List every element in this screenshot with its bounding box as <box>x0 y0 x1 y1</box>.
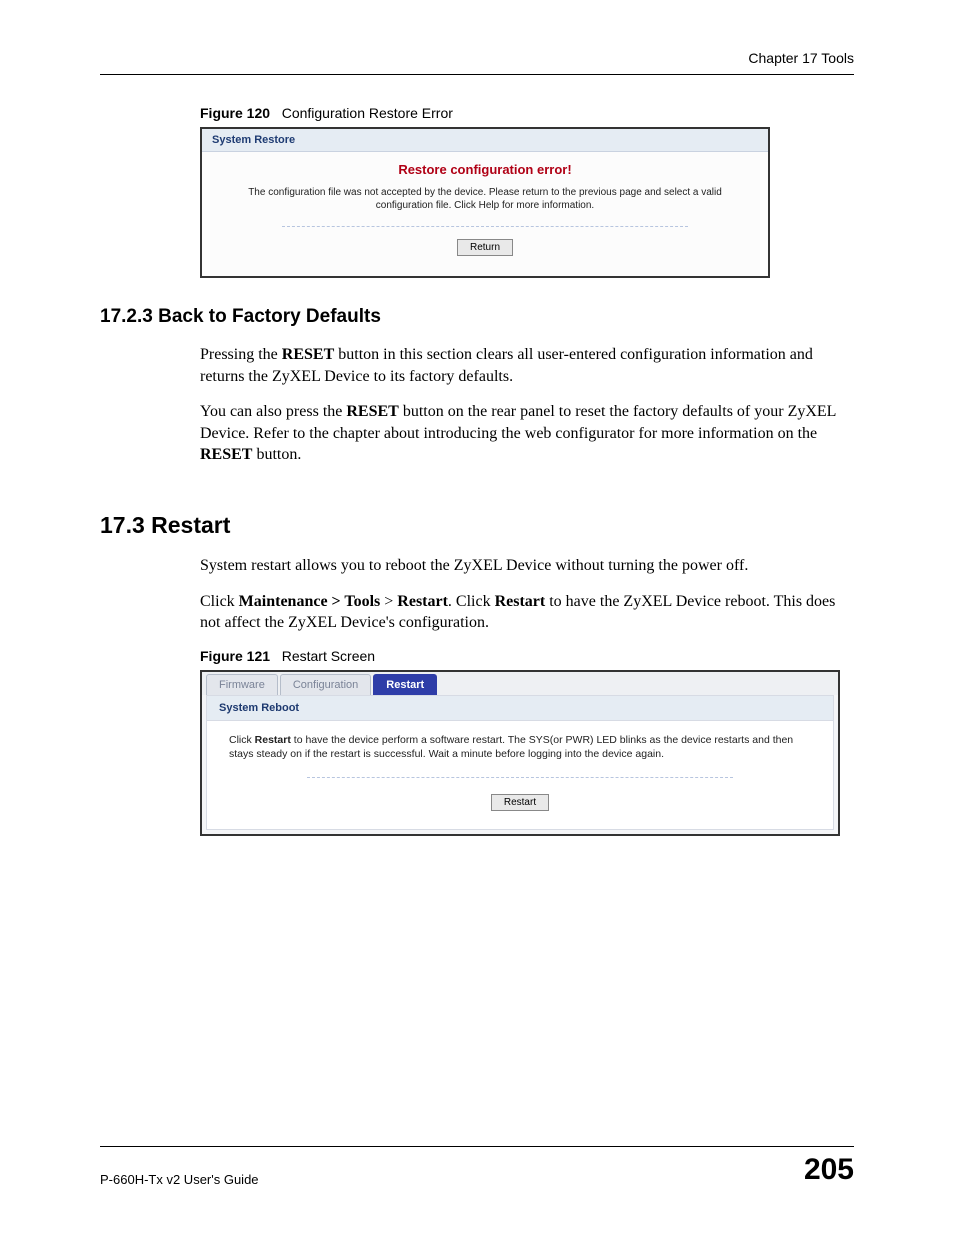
text-bold-reset: RESET <box>200 446 252 463</box>
paragraph-1723-2: You can also press the RESET button on t… <box>200 401 854 466</box>
text-bold-restart: Restart <box>495 593 546 610</box>
return-button[interactable]: Return <box>457 239 513 256</box>
restart-button[interactable]: Restart <box>491 794 549 811</box>
restore-error-message: Restore configuration error! <box>202 152 768 187</box>
figure-121-caption: Figure 121 Restart Screen <box>200 648 854 664</box>
tab-bar: Firmware Configuration Restart <box>202 672 838 695</box>
text-fragment: > <box>380 593 397 610</box>
restart-button-row: Restart <box>307 777 733 829</box>
text-fragment: Click <box>229 734 255 746</box>
tab-restart[interactable]: Restart <box>373 674 437 695</box>
paragraph-173-1: System restart allows you to reboot the … <box>200 555 854 577</box>
text-bold-nav: Maintenance > Tools <box>239 593 381 610</box>
paragraph-173-2: Click Maintenance > Tools > Restart. Cli… <box>200 591 854 634</box>
text-bold-restart: Restart <box>397 593 448 610</box>
footer-page-number: 205 <box>804 1153 854 1187</box>
figure-120-label: Figure 120 <box>200 105 270 121</box>
figure-120-caption: Figure 120 Configuration Restore Error <box>200 105 854 121</box>
header-rule <box>100 74 854 75</box>
page-header-chapter: Chapter 17 Tools <box>100 50 854 66</box>
page-footer: P-660H-Tx v2 User's Guide 205 <box>100 1146 854 1187</box>
paragraph-1723-1: Pressing the RESET button in this sectio… <box>200 344 854 387</box>
heading-17-3: 17.3 Restart <box>100 512 854 539</box>
text-fragment: You can also press the <box>200 403 346 420</box>
text-fragment: Pressing the <box>200 346 282 363</box>
restart-description: Click Restart to have the device perform… <box>207 721 833 777</box>
text-fragment: . Click <box>448 593 495 610</box>
text-bold-restart: Restart <box>255 734 291 746</box>
text-bold-reset: RESET <box>282 346 334 363</box>
text-fragment: Click <box>200 593 239 610</box>
footer-guide-name: P-660H-Tx v2 User's Guide <box>100 1172 259 1187</box>
system-restore-panel: System Restore Restore configuration err… <box>200 127 770 278</box>
system-reboot-title: System Reboot <box>207 696 833 721</box>
figure-121-title: Restart Screen <box>282 648 375 664</box>
text-fragment: to have the device perform a software re… <box>229 734 793 760</box>
text-bold-reset: RESET <box>346 403 398 420</box>
footer-rule <box>100 1146 854 1147</box>
restart-content: System Reboot Click Restart to have the … <box>206 695 834 830</box>
system-restore-title: System Restore <box>202 129 768 152</box>
figure-120-title: Configuration Restore Error <box>282 105 453 121</box>
text-fragment: button. <box>252 446 301 463</box>
figure-121-label: Figure 121 <box>200 648 270 664</box>
tab-firmware[interactable]: Firmware <box>206 674 278 695</box>
tab-configuration[interactable]: Configuration <box>280 674 371 695</box>
restart-screen-panel: Firmware Configuration Restart System Re… <box>200 670 840 836</box>
restore-error-submessage: The configuration file was not accepted … <box>202 187 768 226</box>
restore-button-row: Return <box>282 226 688 256</box>
heading-17-2-3: 17.2.3 Back to Factory Defaults <box>100 306 854 328</box>
